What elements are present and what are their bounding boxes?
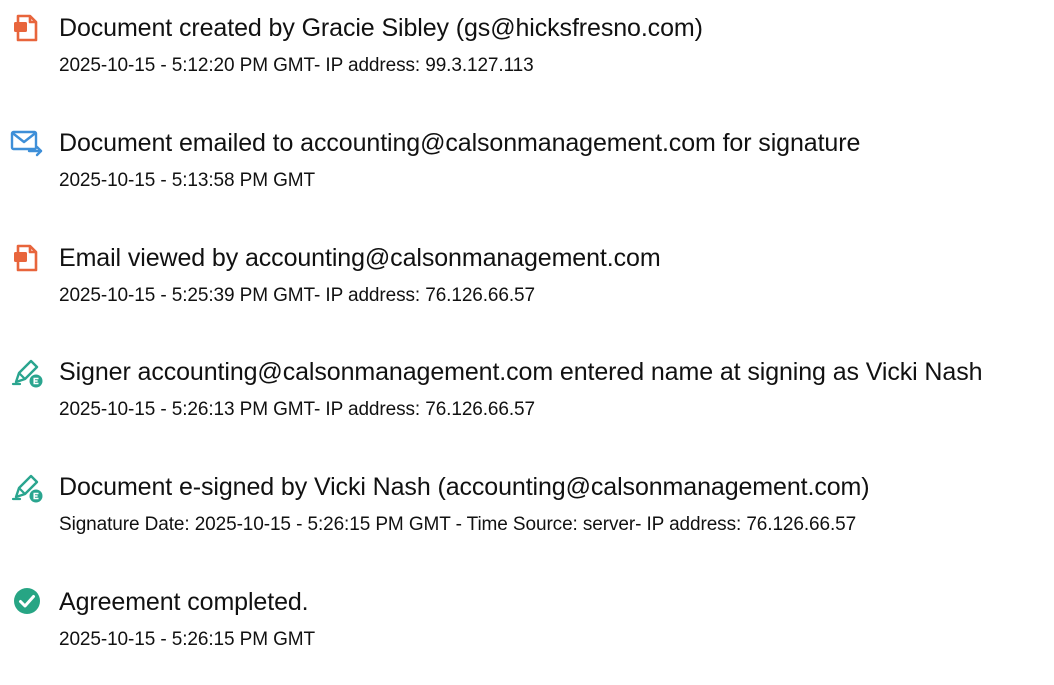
event-detail: 2025-10-15 - 5:26:15 PM GMT [59, 629, 316, 650]
event-title: Document emailed to accounting@calsonman… [59, 129, 861, 157]
audit-event-agreement-completed: Agreement completed. 2025-10-15 - 5:26:1… [0, 585, 1054, 685]
audit-event-email-viewed: Email viewed by accounting@calsonmanagem… [0, 241, 1054, 341]
audit-event-document-emailed: Document emailed to accounting@calsonman… [0, 126, 1054, 226]
document-created-icon [10, 11, 44, 45]
pen-signature-icon [10, 355, 44, 389]
audit-event-document-created: Document created by Gracie Sibley (gs@hi… [0, 11, 1054, 111]
event-title: Document created by Gracie Sibley (gs@hi… [59, 14, 703, 42]
event-detail: 2025-10-15 - 5:13:58 PM GMT [59, 170, 316, 191]
event-title: Email viewed by accounting@calsonmanagem… [59, 244, 661, 272]
audit-event-signer-entered-name: Signer accounting@calsonmanagement.com e… [0, 355, 1054, 455]
event-title: Document e-signed by Vicki Nash (account… [59, 473, 870, 501]
event-detail: 2025-10-15 - 5:25:39 PM GMT- IP address:… [59, 285, 535, 306]
document-viewed-icon [10, 241, 44, 275]
email-sent-icon [10, 126, 44, 160]
event-detail: 2025-10-15 - 5:26:13 PM GMT- IP address:… [59, 399, 535, 420]
event-detail: Signature Date: 2025-10-15 - 5:26:15 PM … [59, 514, 857, 535]
event-detail: 2025-10-15 - 5:12:20 PM GMT- IP address:… [59, 55, 534, 76]
audit-event-document-e-signed: Document e-signed by Vicki Nash (account… [0, 470, 1054, 570]
event-title: Signer accounting@calsonmanagement.com e… [59, 358, 983, 386]
event-title: Agreement completed. [59, 588, 309, 616]
checkmark-circle-icon [10, 585, 44, 619]
pen-signature-icon [10, 470, 44, 504]
